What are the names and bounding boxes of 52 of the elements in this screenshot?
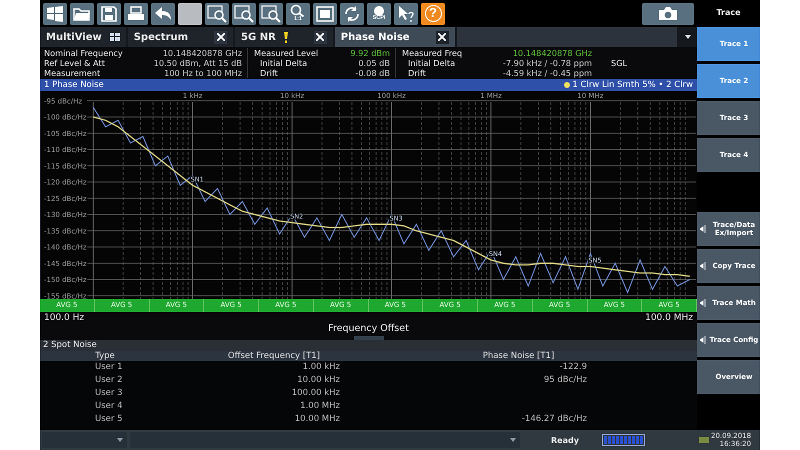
table-cell-text: 10.00 kHz: [296, 374, 340, 387]
table-cell-text: User 1: [94, 361, 124, 374]
x-stop-label: 100.0 MHz: [645, 313, 693, 323]
column-header: Type: [94, 351, 116, 361]
table-cell: -122.9: [560, 362, 587, 372]
sweep-mode-label: SGL: [611, 58, 628, 68]
info-value: -7.90 kHz / -0.78 ppm: [502, 58, 592, 68]
table-cell-text: User 4: [94, 400, 124, 413]
tab-label: MultiView: [46, 32, 102, 42]
info-value: 9.92 dBm: [349, 48, 390, 58]
table-cell-text: 10.00 MHz: [294, 413, 340, 426]
tab[interactable]: MultiView: [40, 27, 126, 47]
tab[interactable]: 5G NR: [235, 27, 333, 47]
status-text: Ready: [551, 436, 579, 444]
x-axis-title: Frequency Offset: [328, 323, 409, 334]
table-cell-text: User 2: [94, 374, 124, 387]
column-header: Phase Noise [T1]: [482, 351, 556, 361]
info-label: Measured Level: [254, 48, 320, 58]
table-cell: -146.27 dBc/Hz: [522, 414, 587, 424]
table-cell-text: User 5: [94, 413, 124, 426]
help-label: ?: [424, 5, 442, 22]
info-label: Nominal Frequency: [44, 48, 124, 58]
window-title: 1 Phase Noise: [44, 80, 104, 90]
info-label: Initial Delta: [259, 58, 308, 68]
info-value: 100 Hz to 100 MHz: [163, 68, 242, 78]
info-value: 0.05 dB: [357, 58, 390, 68]
column-header: Offset Frequency [T1]: [226, 351, 321, 361]
info-value: -0.08 dB: [354, 68, 390, 78]
tab[interactable]: Spectrum: [128, 27, 234, 47]
info-label: Drift: [259, 68, 279, 78]
tab[interactable]: Phase Noise: [334, 27, 455, 47]
info-value: -4.59 kHz / -0.45 ppm: [502, 68, 592, 78]
info-label: Ref Level & Att: [44, 58, 106, 68]
info-value: 10.148420878 GHz: [512, 48, 592, 58]
table-cell-text: 100.00 kHz: [290, 387, 340, 400]
info-label: Initial Delta: [407, 58, 456, 68]
info-label: Measured Freq: [402, 48, 464, 58]
window-title: 2 Spot Noise: [43, 340, 97, 350]
table-cell-text: 1.00 kHz: [302, 361, 340, 374]
info-label: Measurement: [44, 68, 102, 78]
info-label: Drift: [407, 68, 427, 78]
info-value: 10.50 dBm, Att 15 dB: [152, 58, 242, 68]
table-cell-text: 1.00 MHz: [299, 400, 340, 413]
tab-label: 5G NR: [241, 32, 276, 42]
trace-info: 1 Clrw Lin Smth 5% • 2 Clrw: [572, 80, 693, 90]
table-cell: 95 dBc/Hz: [544, 375, 587, 385]
x-start-label: 100.0 Hz: [44, 313, 84, 323]
panel-title: Trace: [715, 7, 742, 19]
tab-label: Spectrum: [134, 32, 188, 42]
info-value: 10.148420878 GHz: [162, 48, 242, 58]
table-cell-text: User 3: [94, 387, 124, 400]
tab-label: Phase Noise: [340, 32, 410, 42]
